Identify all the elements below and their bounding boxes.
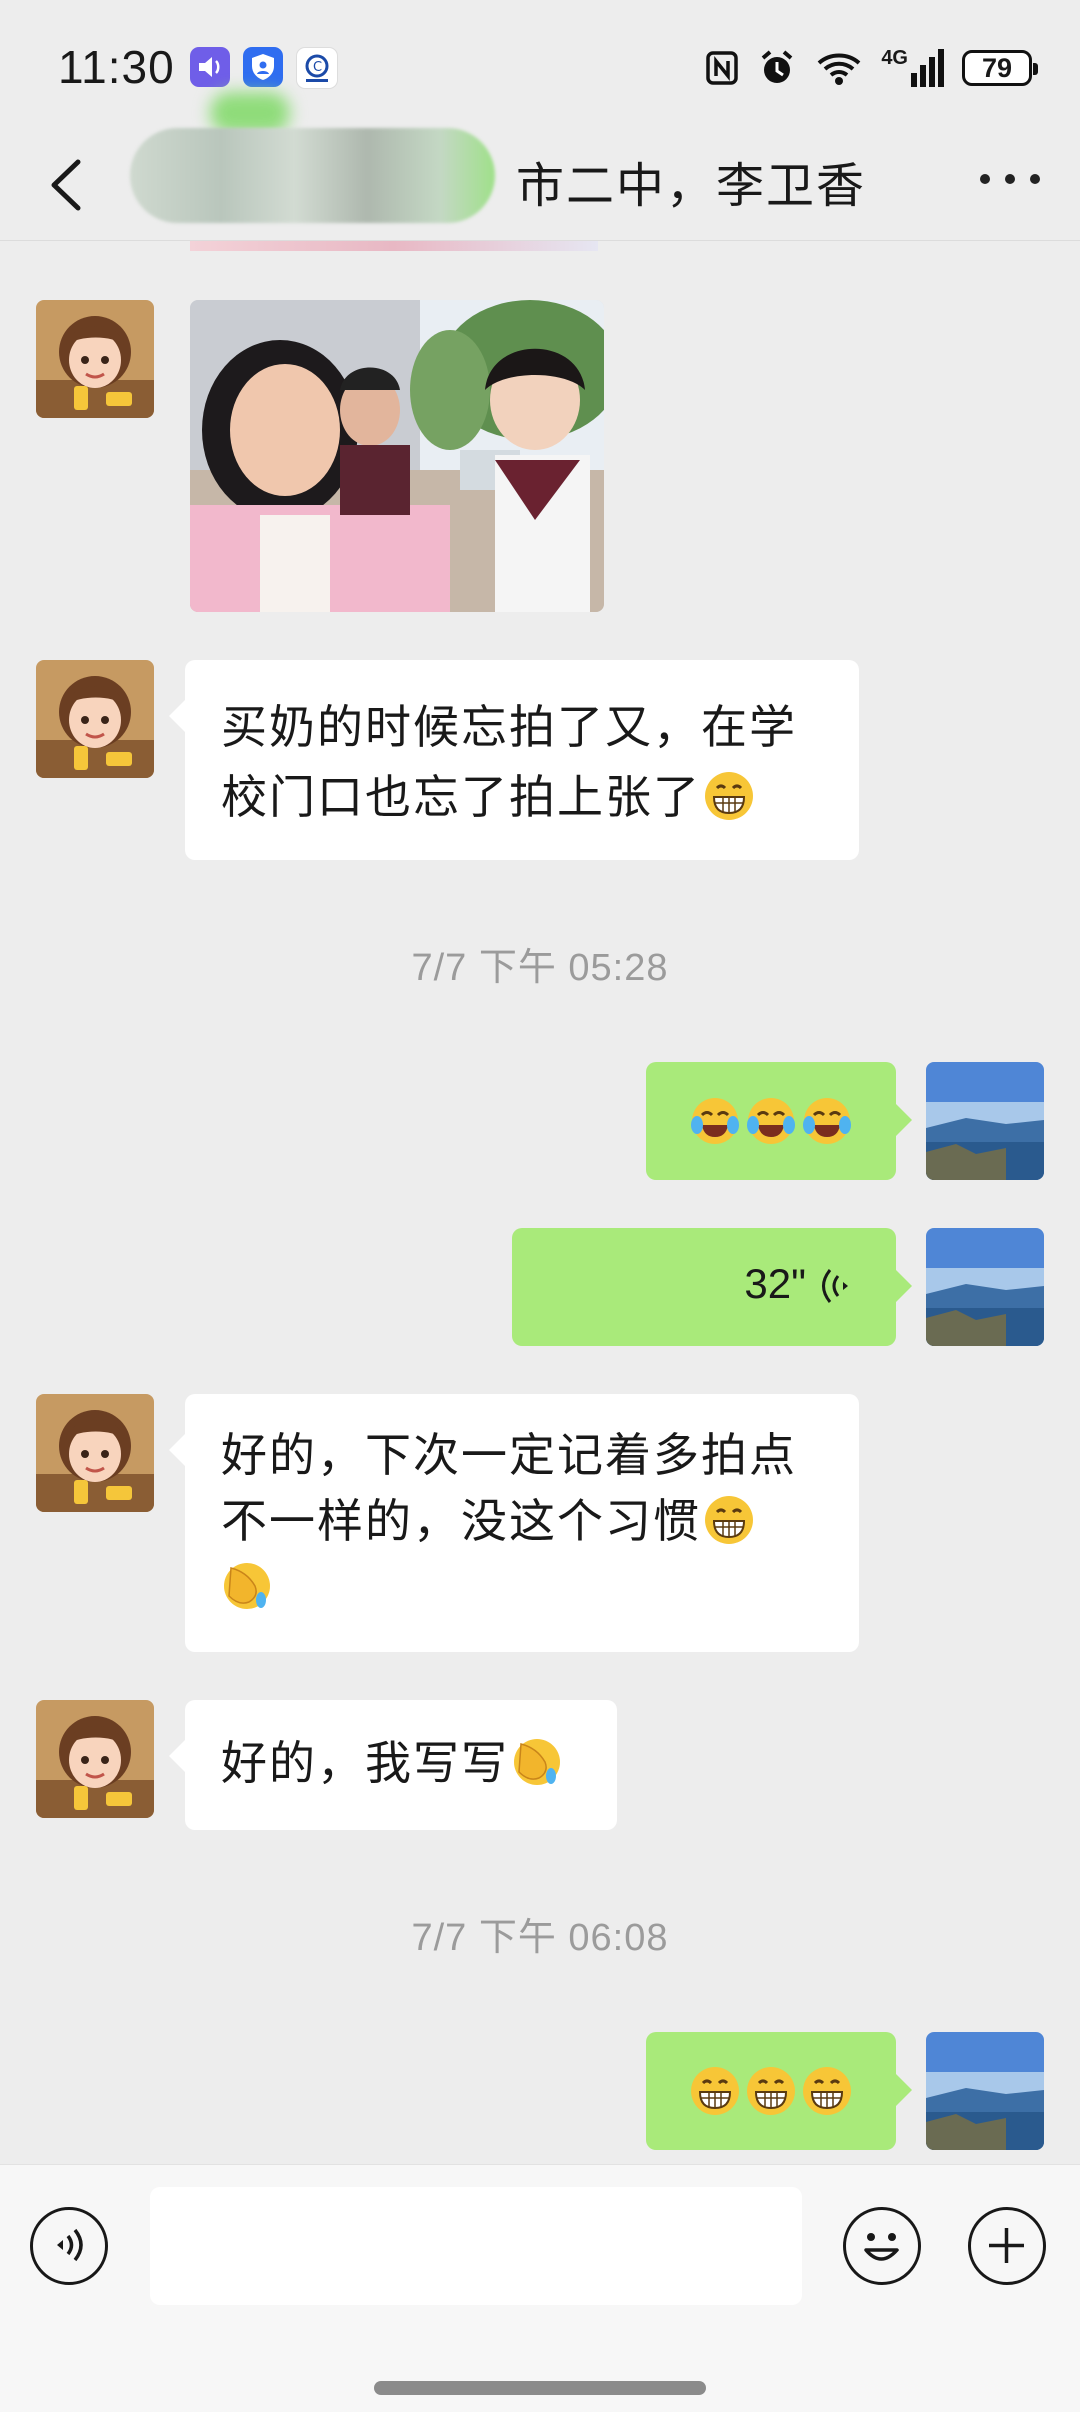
- grin-emoji-icon: [803, 2067, 851, 2115]
- status-time: 11:30: [58, 41, 175, 93]
- facepalm-emoji-icon: [224, 1563, 270, 1609]
- message-text-line: 不一样的，没这个习惯: [221, 1495, 701, 1547]
- back-arrow-icon[interactable]: [38, 152, 98, 218]
- svg-text:C: C: [313, 60, 322, 75]
- grin-emoji-icon: [705, 1496, 753, 1544]
- tears-of-joy-emoji-icon: [803, 1098, 851, 1144]
- message-bubble[interactable]: 买奶的时候忘拍了又，在学校门口也忘了拍上张了: [169, 660, 859, 860]
- contact-avatar[interactable]: [36, 300, 154, 418]
- contact-avatar[interactable]: [36, 660, 154, 778]
- message-bubble[interactable]: 好的，我写写: [169, 1700, 617, 1830]
- grin-emoji-icon: [705, 772, 753, 820]
- message-text: 好的，我写写: [221, 1737, 509, 1789]
- voice-mode-icon: [57, 2228, 83, 2262]
- battery-indicator: 79: [962, 50, 1038, 86]
- status-icons: 4G 79: [705, 46, 1038, 90]
- message-input[interactable]: [150, 2187, 802, 2305]
- plus-icon: [989, 2228, 1024, 2263]
- self-message-bubble[interactable]: [646, 1062, 912, 1180]
- contact-avatar[interactable]: [36, 1700, 154, 1818]
- volume-notification-icon: [190, 47, 230, 87]
- timestamp: 7/7 下午 06:08: [411, 1917, 669, 1959]
- message-bubble[interactable]: 好的，下次一定记着多拍点 不一样的，没这个习惯: [169, 1394, 859, 1652]
- message-text-line: 好的，下次一定记着多拍点: [221, 1429, 797, 1481]
- self-avatar[interactable]: [926, 2032, 1044, 2150]
- voice-duration: 32": [744, 1260, 806, 1307]
- voice-mode-button[interactable]: [30, 2207, 108, 2285]
- message-input-bar: [0, 2164, 1080, 2412]
- wifi-icon: [817, 53, 861, 85]
- timestamp: 7/7 下午 05:28: [411, 947, 669, 989]
- grin-emoji-icon: [691, 2067, 739, 2115]
- nfc-icon: [706, 51, 739, 85]
- previous-photo-edge: [190, 241, 598, 251]
- self-avatar[interactable]: [926, 1062, 1044, 1180]
- emoji-button[interactable]: [843, 2207, 921, 2285]
- self-message-bubble[interactable]: [646, 2032, 912, 2150]
- facepalm-emoji-icon: [514, 1739, 560, 1785]
- contact-avatar[interactable]: [36, 1394, 154, 1512]
- tears-of-joy-emoji-icon: [747, 1098, 795, 1144]
- emoji-icon: [864, 2233, 899, 2261]
- tears-of-joy-emoji-icon: [691, 1098, 739, 1144]
- app-notification-icon: C: [296, 47, 338, 89]
- photo-message[interactable]: [190, 300, 604, 612]
- self-avatar[interactable]: [926, 1228, 1044, 1346]
- shield-notification-icon: [243, 47, 283, 87]
- voice-wave-icon: [822, 1269, 848, 1303]
- status-bar: 11:30 C 4G 79: [0, 0, 1080, 130]
- signal-icon: 4G: [881, 47, 944, 87]
- alarm-icon: [762, 50, 793, 83]
- chat-title: 市二中，李卫香: [516, 160, 867, 213]
- network-type: 4G: [881, 47, 908, 69]
- more-functions-button[interactable]: [968, 2207, 1046, 2285]
- redacted-contact-name: [130, 128, 495, 223]
- voice-message-bubble[interactable]: 32": [512, 1228, 912, 1346]
- more-icon[interactable]: [980, 166, 1040, 190]
- home-indicator[interactable]: [374, 2381, 706, 2395]
- grin-emoji-icon: [747, 2067, 795, 2115]
